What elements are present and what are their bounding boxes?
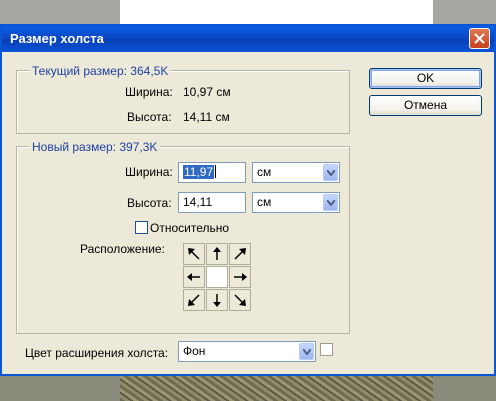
width-unit-value: см: [257, 165, 272, 179]
height-input[interactable]: 14,11: [178, 192, 246, 213]
anchor-left[interactable]: [183, 266, 205, 288]
relative-checkbox[interactable]: [135, 221, 148, 234]
chevron-down-icon: [303, 349, 311, 355]
current-width-value: 10,97 см: [183, 85, 231, 99]
current-height-value: 14,11 см: [183, 110, 230, 124]
canvas-size-dialog: Размер холста Текущий размер: 364,5K Шир…: [0, 24, 496, 376]
width-input[interactable]: 11,97: [178, 162, 246, 183]
extension-color-select[interactable]: Фон: [178, 341, 316, 362]
anchor-top-left[interactable]: [183, 243, 205, 265]
arrow-right-icon: [234, 273, 247, 281]
extension-color-dropdown-button[interactable]: [299, 343, 314, 360]
anchor-grid: [183, 243, 251, 311]
height-input-value: 14,11: [183, 195, 213, 209]
chevron-down-icon: [327, 200, 335, 206]
arrow-down-left-icon: [188, 294, 200, 306]
height-unit-value: см: [257, 195, 272, 209]
anchor-top[interactable]: [206, 243, 228, 265]
ok-button[interactable]: OK: [369, 68, 482, 89]
new-height-label: Высота:: [127, 196, 172, 210]
window-title: Размер холста: [10, 31, 104, 46]
current-size-legend: Текущий размер: 364,5K: [29, 64, 172, 78]
relative-label[interactable]: Относительно: [150, 221, 229, 235]
extension-color-swatch[interactable]: [320, 343, 333, 356]
anchor-center[interactable]: [206, 266, 228, 288]
arrow-up-icon: [213, 247, 221, 260]
arrow-left-icon: [187, 273, 200, 281]
close-button[interactable]: [469, 28, 490, 49]
close-icon: [474, 33, 485, 44]
height-unit-dropdown-button[interactable]: [323, 194, 338, 211]
width-unit-dropdown-button[interactable]: [323, 164, 338, 181]
height-unit-select[interactable]: см: [252, 192, 340, 213]
chevron-down-icon: [327, 170, 335, 176]
background-canvas-bottom: [0, 375, 496, 401]
anchor-bottom-left[interactable]: [183, 289, 205, 311]
title-bar[interactable]: Размер холста: [2, 26, 494, 52]
new-width-label: Ширина:: [125, 165, 173, 179]
width-input-value: 11,97: [183, 165, 215, 179]
arrow-up-left-icon: [188, 248, 200, 260]
current-height-label: Высота:: [127, 110, 172, 124]
new-size-legend: Новый размер: 397,3K: [29, 140, 161, 154]
anchor-bottom[interactable]: [206, 289, 228, 311]
arrow-up-right-icon: [234, 248, 246, 260]
width-unit-select[interactable]: см: [252, 162, 340, 183]
anchor-bottom-right[interactable]: [229, 289, 251, 311]
current-size-group: [16, 70, 350, 134]
anchor-right[interactable]: [229, 266, 251, 288]
arrow-down-icon: [213, 294, 221, 307]
cancel-button[interactable]: Отмена: [369, 95, 482, 116]
extension-color-label: Цвет расширения холста:: [25, 346, 169, 360]
arrow-down-right-icon: [234, 294, 246, 306]
anchor-top-right[interactable]: [229, 243, 251, 265]
current-width-label: Ширина:: [125, 85, 173, 99]
anchor-label: Расположение:: [80, 242, 165, 256]
extension-color-value: Фон: [183, 344, 206, 358]
